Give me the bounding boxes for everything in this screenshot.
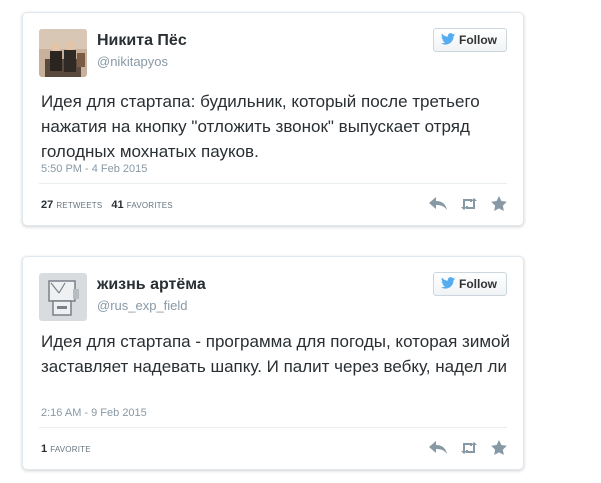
favorites-label: FAVORITE [50,445,91,454]
divider [39,183,507,184]
tweet-actions [429,440,507,455]
avatar[interactable] [39,29,87,77]
favorites-label: FAVORITES [126,201,173,210]
favorites-count[interactable]: 41 [111,199,123,211]
avatar[interactable] [39,273,87,321]
divider [39,427,507,428]
twitter-bird-icon [441,32,455,48]
author-name[interactable]: жизнь артёма [97,276,206,294]
tweet-actions [429,196,507,211]
retweets-count[interactable]: 27 [41,199,53,211]
tweet-text: Идея для стартапа - программа для погоды… [41,332,510,376]
follow-button[interactable]: Follow [433,28,507,52]
tweet-timestamp[interactable]: 5:50 PM - 4 Feb 2015 [41,163,147,175]
follow-button[interactable]: Follow [433,272,507,296]
favorites-count[interactable]: 1 [41,443,47,455]
twitter-bird-icon [441,276,455,292]
reply-icon[interactable] [429,196,447,211]
follow-label: Follow [459,277,497,291]
favorite-star-icon[interactable] [491,196,507,211]
author-handle[interactable]: @nikitapyos [97,54,168,69]
reply-icon[interactable] [429,440,447,455]
tweet-stats: 1 FAVORITE [41,443,97,455]
tweet-timestamp[interactable]: 2:16 AM - 9 Feb 2015 [41,407,147,419]
tweet-text: Идея для стартапа: будильник, который по… [41,92,480,161]
tweet-card: Никита Пёс @nikitapyos Follow Идея для с… [22,12,524,226]
follow-label: Follow [459,33,497,47]
retweets-label: RETWEETS [56,201,103,210]
author-handle[interactable]: @rus_exp_field [97,298,188,313]
favorite-star-icon[interactable] [491,440,507,455]
retweet-icon[interactable] [459,197,479,211]
tweet-stats: 27 RETWEETS 41 FAVORITES [41,199,179,211]
tweet-card: жизнь артёма @rus_exp_field Follow Идея … [22,256,524,470]
retweet-icon[interactable] [459,441,479,455]
author-name[interactable]: Никита Пёс [97,32,187,50]
